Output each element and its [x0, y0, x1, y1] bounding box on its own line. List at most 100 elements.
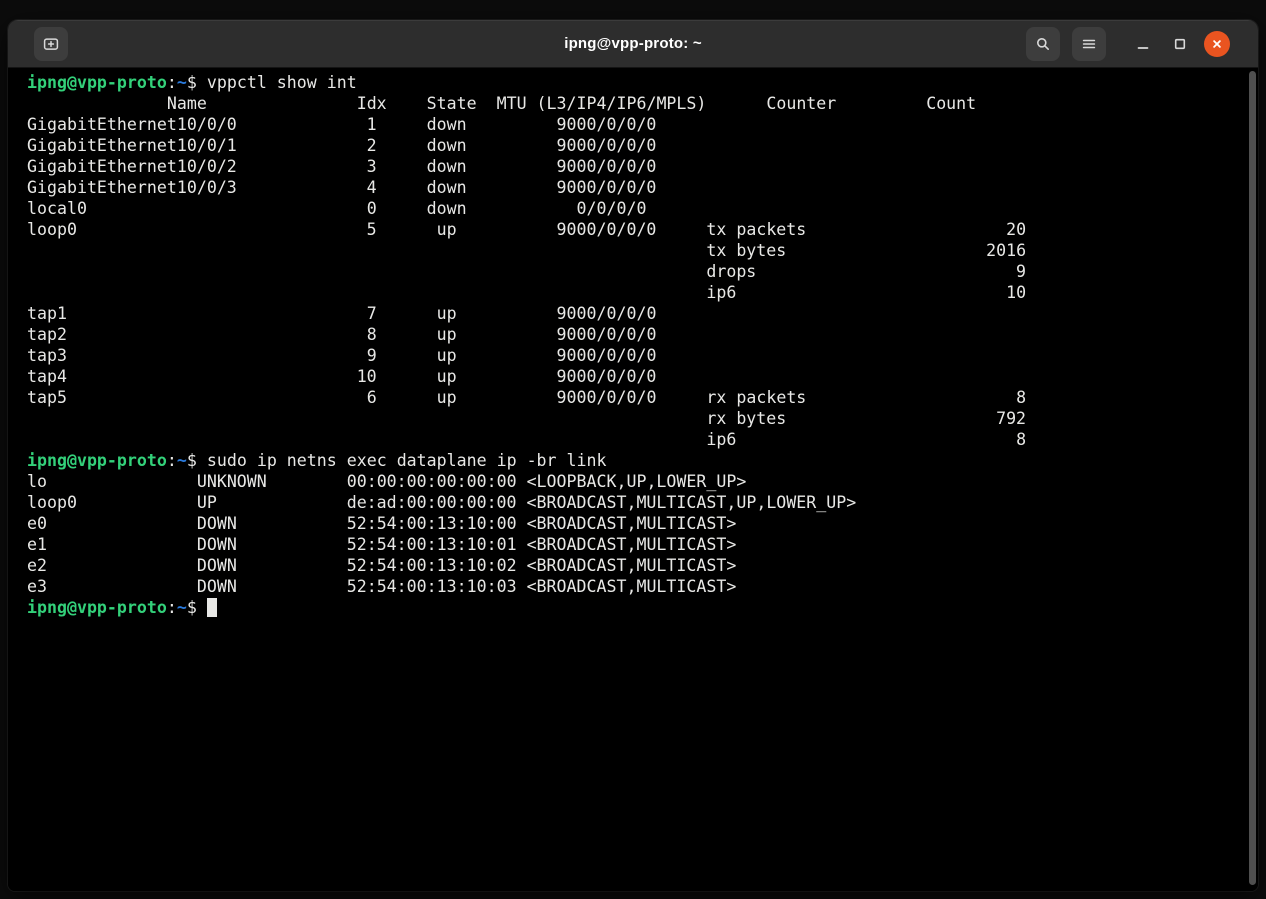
terminal-text: DOWN [197, 514, 237, 533]
terminal-text: 9000/0/0/0 [557, 346, 657, 365]
terminal-text: ipng@vpp-proto [27, 598, 167, 617]
terminal-text: up [437, 325, 457, 344]
terminal-text: : [167, 598, 177, 617]
terminal-text: $ [187, 73, 197, 92]
terminal-line: drops 9 [27, 261, 1242, 282]
terminal-text: UNKNOWN [197, 472, 267, 491]
terminal-text: 0/0/0/0 [577, 199, 647, 218]
menu-button[interactable] [1072, 27, 1106, 61]
terminal-text: Name [167, 94, 207, 113]
terminal-line: GigabitEthernet10/0/2 3 down 9000/0/0/0 [27, 156, 1242, 177]
terminal-text: ~ [177, 451, 187, 470]
terminal-line: tap3 9 up 9000/0/0/0 [27, 345, 1242, 366]
terminal-line: e0 DOWN 52:54:00:13:10:00 <BROADCAST,MUL… [27, 513, 1242, 534]
close-button[interactable] [1204, 31, 1230, 57]
terminal-text: ip6 [706, 283, 736, 302]
terminal-text: <BROADCAST,MULTICAST> [527, 577, 737, 596]
terminal-text: 7 [367, 304, 377, 323]
terminal-text: DOWN [197, 535, 237, 554]
close-icon [1209, 36, 1225, 52]
terminal-text: Counter [766, 94, 836, 113]
search-icon [1035, 36, 1051, 52]
terminal-text: 10 [357, 367, 377, 386]
terminal-text: DOWN [197, 556, 237, 575]
terminal-text: 52:54:00:13:10:03 [347, 577, 517, 596]
search-button[interactable] [1026, 27, 1060, 61]
terminal-line: Name Idx State MTU (L3/IP4/IP6/MPLS) Cou… [27, 93, 1242, 114]
terminal-line: local0 0 down 0/0/0/0 [27, 198, 1242, 219]
terminal-text: down [427, 178, 467, 197]
terminal-text: down [427, 199, 467, 218]
terminal-text: rx bytes [706, 409, 786, 428]
terminal-line: tx bytes 2016 [27, 240, 1242, 261]
terminal-text: State [427, 94, 477, 113]
terminal-line: e2 DOWN 52:54:00:13:10:02 <BROADCAST,MUL… [27, 555, 1242, 576]
terminal-screen[interactable]: ipng@vpp-proto:~$ vppctl show int Name I… [8, 68, 1258, 891]
terminal-text: de:ad:00:00:00:00 [347, 493, 517, 512]
terminal-text: rx packets [706, 388, 806, 407]
terminal-text: 9000/0/0/0 [557, 304, 657, 323]
terminal-text: GigabitEthernet10/0/3 [27, 178, 237, 197]
terminal-text: e3 [27, 577, 47, 596]
terminal-line: loop0 UP de:ad:00:00:00:00 <BROADCAST,MU… [27, 492, 1242, 513]
terminal-text: 8 [1016, 388, 1026, 407]
terminal-text: tx bytes [706, 241, 786, 260]
terminal-text: Idx [357, 94, 387, 113]
terminal-text: ~ [177, 73, 187, 92]
terminal-text: 9000/0/0/0 [557, 325, 657, 344]
terminal-text: 2 [367, 136, 377, 155]
terminal-text: 9000/0/0/0 [557, 178, 657, 197]
terminal-text: : [167, 73, 177, 92]
terminal-window: ipng@vpp-proto: ~ [8, 20, 1258, 891]
terminal-text: e2 [27, 556, 47, 575]
new-tab-button[interactable] [34, 27, 68, 61]
terminal-line: e3 DOWN 52:54:00:13:10:03 <BROADCAST,MUL… [27, 576, 1242, 597]
terminal-text: <BROADCAST,MULTICAST> [527, 514, 737, 533]
minimize-icon [1135, 36, 1151, 52]
minimize-button[interactable] [1130, 31, 1156, 57]
terminal-text: GigabitEthernet10/0/1 [27, 136, 237, 155]
terminal-text: 52:54:00:13:10:02 [347, 556, 517, 575]
terminal-text: <BROADCAST,MULTICAST> [527, 535, 737, 554]
terminal-text: loop0 [27, 493, 77, 512]
terminal-text: GigabitEthernet10/0/0 [27, 115, 237, 134]
maximize-button[interactable] [1167, 31, 1193, 57]
terminal-text: up [437, 220, 457, 239]
terminal-text: 9000/0/0/0 [557, 136, 657, 155]
terminal-text: 4 [367, 178, 377, 197]
terminal-line: GigabitEthernet10/0/3 4 down 9000/0/0/0 [27, 177, 1242, 198]
terminal-line: GigabitEthernet10/0/1 2 down 9000/0/0/0 [27, 135, 1242, 156]
terminal-text: $ [187, 598, 197, 617]
terminal-text: 0 [367, 199, 377, 218]
terminal-text: tx packets [706, 220, 806, 239]
terminal-text: : [167, 451, 177, 470]
terminal-text: UP [197, 493, 217, 512]
terminal-line: loop0 5 up 9000/0/0/0 tx packets 20 [27, 219, 1242, 240]
terminal-text: 6 [367, 388, 377, 407]
terminal-text: MTU (L3/IP4/IP6/MPLS) [497, 94, 707, 113]
terminal-text: tap5 [27, 388, 67, 407]
terminal-text: 10 [1006, 283, 1026, 302]
titlebar[interactable]: ipng@vpp-proto: ~ [8, 20, 1258, 68]
terminal-text: 9 [367, 346, 377, 365]
terminal-text: <BROADCAST,MULTICAST> [527, 556, 737, 575]
terminal-text: 3 [367, 157, 377, 176]
terminal-text: 9000/0/0/0 [557, 388, 657, 407]
terminal-text: down [427, 115, 467, 134]
terminal-text: drops [706, 262, 756, 281]
scrollbar[interactable] [1247, 68, 1258, 891]
terminal-text: sudo ip netns exec dataplane ip -br link [207, 451, 607, 470]
terminal-text: 1 [367, 115, 377, 134]
terminal-output: ipng@vpp-proto:~$ vppctl show int Name I… [27, 72, 1242, 618]
scrollbar-thumb[interactable] [1249, 71, 1256, 885]
terminal-text: Count [926, 94, 976, 113]
new-tab-icon [43, 36, 59, 52]
terminal-text: 9000/0/0/0 [557, 367, 657, 386]
terminal-text: up [437, 388, 457, 407]
terminal-line: lo UNKNOWN 00:00:00:00:00:00 <LOOPBACK,U… [27, 471, 1242, 492]
terminal-text: 9000/0/0/0 [557, 115, 657, 134]
terminal-line: tap5 6 up 9000/0/0/0 rx packets 8 [27, 387, 1242, 408]
terminal-text: tap2 [27, 325, 67, 344]
terminal-text: DOWN [197, 577, 237, 596]
terminal-text: 9 [1016, 262, 1026, 281]
